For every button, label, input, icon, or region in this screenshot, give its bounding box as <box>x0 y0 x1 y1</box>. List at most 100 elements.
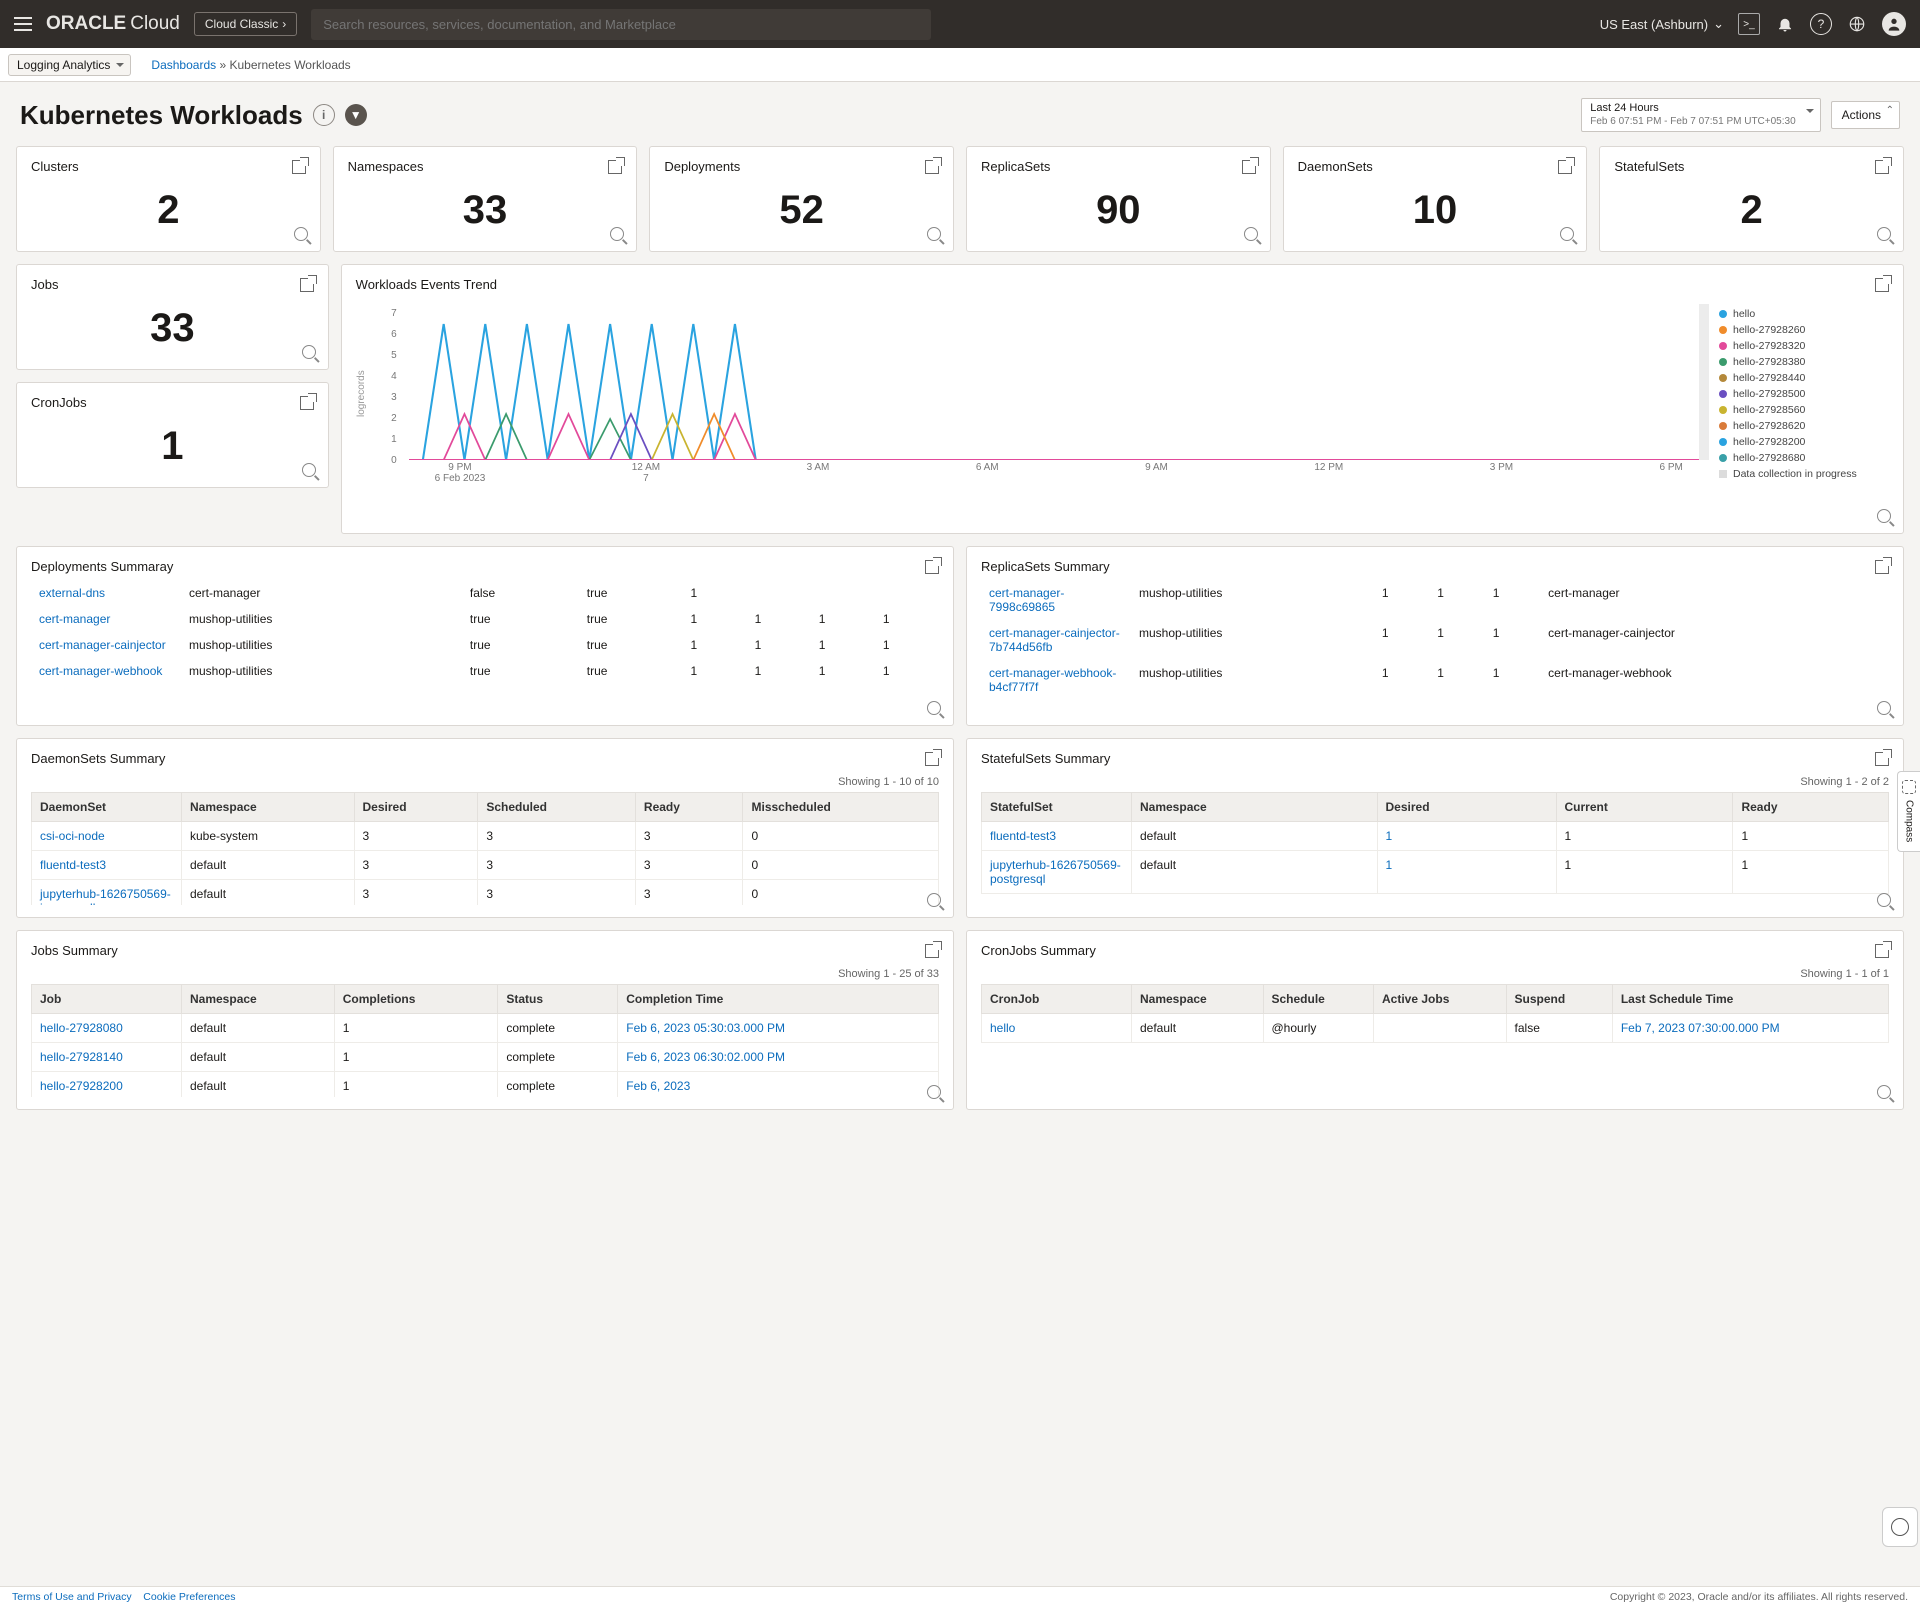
row-link[interactable]: cert-manager-webhook <box>39 664 162 678</box>
cloud-classic-button[interactable]: Cloud Classic › <box>194 12 297 36</box>
search-icon[interactable] <box>927 1085 941 1099</box>
footer-terms[interactable]: Terms of Use and Privacy <box>12 1591 132 1603</box>
search-icon[interactable] <box>1877 1085 1891 1099</box>
row-link[interactable]: cert-manager-cainjector-7b744d56fb <box>989 626 1120 654</box>
table-header[interactable]: Namespace <box>182 985 335 1014</box>
open-icon[interactable] <box>1875 560 1889 574</box>
table-header[interactable]: StatefulSet <box>982 793 1132 822</box>
row-link[interactable]: fluentd-test3 <box>990 829 1056 843</box>
breadcrumb-root[interactable]: Dashboards <box>151 58 216 72</box>
legend-item[interactable]: hello-27928500 <box>1719 388 1889 400</box>
table-header[interactable]: Ready <box>635 793 743 822</box>
search-input[interactable] <box>311 9 931 40</box>
user-avatar-icon[interactable] <box>1882 12 1906 36</box>
search-icon[interactable] <box>927 227 941 241</box>
row-link[interactable]: external-dns <box>39 586 105 600</box>
legend-item[interactable]: hello-27928680 <box>1719 452 1889 464</box>
open-icon[interactable] <box>925 560 939 574</box>
table-header[interactable]: Scheduled <box>478 793 636 822</box>
search-icon[interactable] <box>1877 509 1891 523</box>
open-icon[interactable] <box>300 396 314 410</box>
open-icon[interactable] <box>1558 160 1572 174</box>
search-icon[interactable] <box>294 227 308 241</box>
table-header[interactable]: Current <box>1556 793 1733 822</box>
table-header[interactable]: Ready <box>1733 793 1889 822</box>
table-header[interactable]: Active Jobs <box>1374 985 1507 1014</box>
open-icon[interactable] <box>1875 160 1889 174</box>
search-icon[interactable] <box>1877 893 1891 907</box>
open-icon[interactable] <box>925 944 939 958</box>
table-header[interactable]: Status <box>498 985 618 1014</box>
help-icon[interactable]: ? <box>1810 13 1832 35</box>
footer-cookies[interactable]: Cookie Preferences <box>143 1591 235 1603</box>
search-icon[interactable] <box>1877 227 1891 241</box>
legend-item[interactable]: hello-27928260 <box>1719 324 1889 336</box>
globe-icon[interactable] <box>1846 13 1868 35</box>
open-icon[interactable] <box>925 160 939 174</box>
compass-tab[interactable]: Compass <box>1897 771 1920 851</box>
row-link[interactable]: 1 <box>1386 829 1393 843</box>
search-icon[interactable] <box>302 345 316 359</box>
search-icon[interactable] <box>610 227 624 241</box>
row-link[interactable]: cert-manager-cainjector <box>39 638 166 652</box>
search-icon[interactable] <box>1877 701 1891 715</box>
row-link[interactable]: cert-manager-webhook-b4cf77f7f <box>989 666 1116 694</box>
row-link[interactable]: Feb 7, 2023 07:30:00.000 PM <box>1621 1021 1780 1035</box>
legend-item[interactable]: hello-27928320 <box>1719 340 1889 352</box>
open-icon[interactable] <box>292 160 306 174</box>
open-icon[interactable] <box>608 160 622 174</box>
search-icon[interactable] <box>1560 227 1574 241</box>
search-icon[interactable] <box>1244 227 1258 241</box>
table-header[interactable]: Job <box>32 985 182 1014</box>
support-float[interactable] <box>1882 1507 1918 1547</box>
table-header[interactable]: DaemonSet <box>32 793 182 822</box>
row-link[interactable]: fluentd-test3 <box>40 858 106 872</box>
menu-icon[interactable] <box>14 17 32 31</box>
search-icon[interactable] <box>302 463 316 477</box>
legend-item[interactable]: hello-27928380 <box>1719 356 1889 368</box>
row-link[interactable]: csi-oci-node <box>40 829 105 843</box>
row-link[interactable]: 1 <box>1386 858 1393 872</box>
legend-item[interactable]: hello-27928620 <box>1719 420 1889 432</box>
row-link[interactable]: jupyterhub-1626750569-postgresql <box>990 858 1121 886</box>
table-header[interactable]: Desired <box>354 793 478 822</box>
chart-area[interactable]: 9 PM 6 Feb 202312 AM 73 AM6 AM9 AM12 PM3… <box>409 304 1709 484</box>
open-icon[interactable] <box>1242 160 1256 174</box>
open-icon[interactable] <box>1875 944 1889 958</box>
open-icon[interactable] <box>1875 278 1889 292</box>
table-header[interactable]: Namespace <box>1132 793 1378 822</box>
search-icon[interactable] <box>927 701 941 715</box>
table-header[interactable]: Schedule <box>1263 985 1374 1014</box>
open-icon[interactable] <box>300 278 314 292</box>
row-link[interactable]: jupyterhub-1626750569-image-puller <box>40 887 171 905</box>
open-icon[interactable] <box>925 752 939 766</box>
table-header[interactable]: Completion Time <box>618 985 939 1014</box>
row-link[interactable]: Feb 6, 2023 06:30:02.000 PM <box>626 1050 785 1064</box>
row-link[interactable]: hello-27928140 <box>40 1050 123 1064</box>
table-header[interactable]: Desired <box>1377 793 1556 822</box>
row-link[interactable]: hello-27928200 <box>40 1079 123 1093</box>
time-range-selector[interactable]: Last 24 Hours Feb 6 07:51 PM - Feb 7 07:… <box>1581 98 1820 132</box>
table-header[interactable]: Completions <box>334 985 498 1014</box>
row-link[interactable]: hello-27928080 <box>40 1021 123 1035</box>
open-icon[interactable] <box>1875 752 1889 766</box>
table-header[interactable]: CronJob <box>982 985 1132 1014</box>
table-header[interactable]: Misscheduled <box>743 793 939 822</box>
legend-item[interactable]: hello-27928560 <box>1719 404 1889 416</box>
legend-item[interactable]: hello-27928200 <box>1719 436 1889 448</box>
service-selector[interactable]: Logging Analytics <box>8 54 131 76</box>
row-link[interactable]: cert-manager-7998c69865 <box>989 586 1064 614</box>
row-link[interactable]: Feb 6, 2023 05:30:03.000 PM <box>626 1021 785 1035</box>
table-header[interactable]: Namespace <box>1132 985 1264 1014</box>
info-icon[interactable]: i <box>313 104 335 126</box>
row-link[interactable]: Feb 6, 2023 <box>626 1079 690 1093</box>
row-link[interactable]: cert-manager <box>39 612 110 626</box>
table-header[interactable]: Last Schedule Time <box>1612 985 1888 1014</box>
dev-tools-icon[interactable]: >_ <box>1738 13 1760 35</box>
row-link[interactable]: hello <box>990 1021 1015 1035</box>
table-header[interactable]: Namespace <box>182 793 355 822</box>
region-selector[interactable]: US East (Ashburn) ⌄ <box>1600 16 1724 32</box>
table-header[interactable]: Suspend <box>1506 985 1612 1014</box>
legend-item[interactable]: hello-27928440 <box>1719 372 1889 384</box>
search-icon[interactable] <box>927 893 941 907</box>
